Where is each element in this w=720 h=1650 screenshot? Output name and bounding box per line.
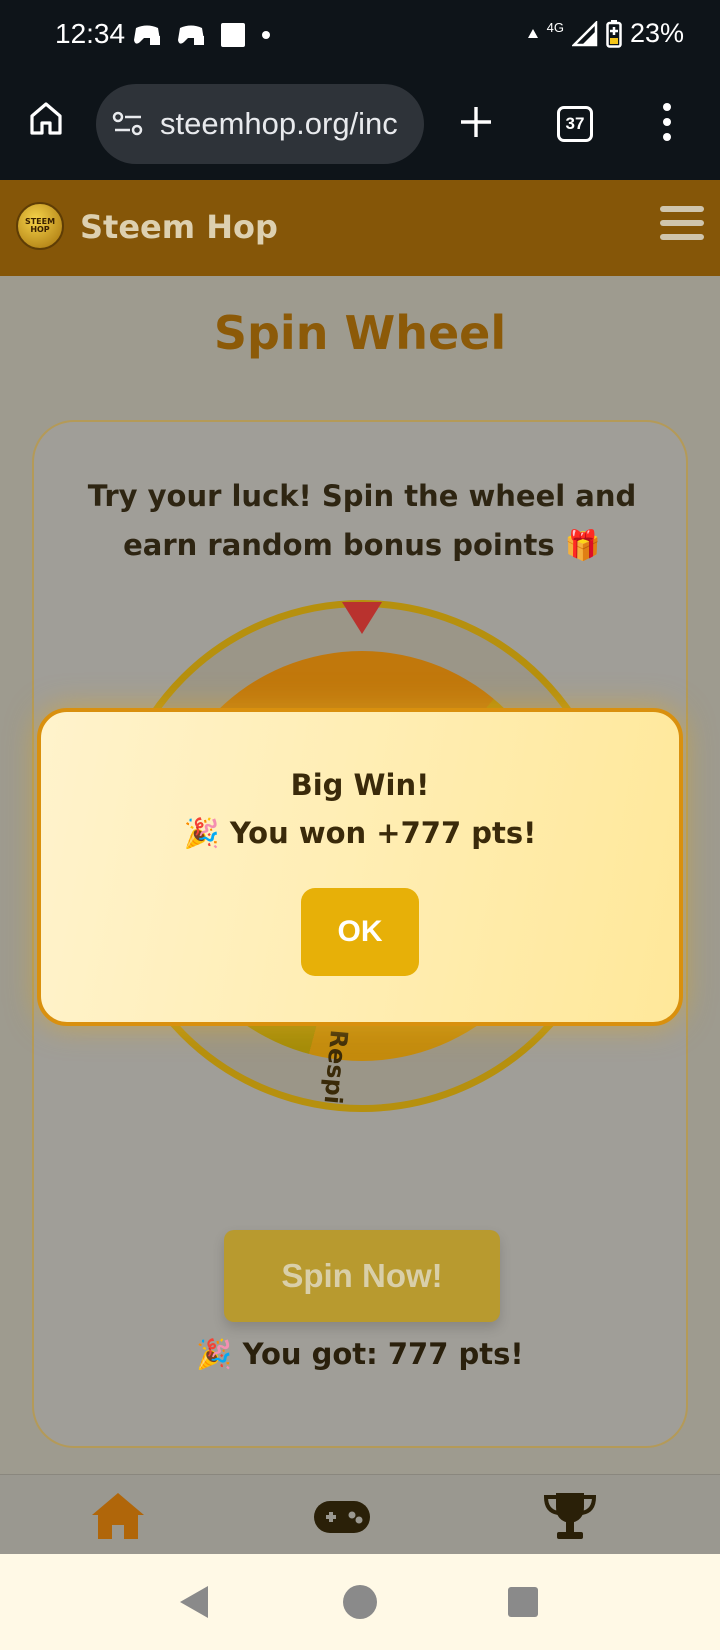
status-time: 12:34 — [55, 18, 126, 49]
modal-title: Big Win! — [290, 768, 430, 802]
status-notification-icons — [132, 22, 272, 48]
address-bar[interactable]: steemhop.org/inc — [96, 84, 424, 164]
spin-now-button[interactable]: Spin Now! — [224, 1230, 500, 1322]
dot-icon — [262, 31, 270, 39]
bottom-nav — [0, 1474, 720, 1554]
data-arrow-icon — [527, 28, 538, 38]
app-logo[interactable]: STEEM HOP — [16, 202, 64, 250]
game-controller-nav-icon[interactable] — [312, 1489, 372, 1543]
brand-name[interactable]: Steem Hop — [80, 208, 278, 246]
home-icon[interactable] — [28, 100, 64, 136]
logo-text: STEEM HOP — [24, 217, 56, 234]
signal-icon — [571, 20, 598, 46]
trophy-nav-icon[interactable] — [540, 1489, 600, 1543]
hamburger-menu-icon[interactable] — [660, 206, 704, 246]
tab-switcher-button[interactable]: 37 — [557, 106, 593, 142]
network-type: 4G — [546, 20, 564, 35]
new-tab-icon[interactable] — [458, 104, 494, 140]
url-text: steemhop.org/inc — [160, 106, 398, 141]
tab-count: 37 — [565, 114, 585, 133]
status-bar: 12:34 4G 23% — [0, 0, 720, 72]
recents-icon[interactable] — [506, 1585, 540, 1619]
spin-intro-text: Try your luck! Spin the wheel and earn r… — [87, 479, 637, 562]
system-navigation-bar — [0, 1554, 720, 1650]
home-circle-icon[interactable] — [342, 1584, 378, 1620]
spin-result-text: 🎉 You got: 777 pts! — [196, 1337, 524, 1371]
win-modal: Big Win! 🎉 You won +777 pts! OK — [37, 708, 683, 1026]
ok-button[interactable]: OK — [301, 888, 419, 976]
game-controller-notification-icon — [178, 25, 204, 45]
more-menu-icon[interactable] — [660, 102, 674, 142]
status-right: 4G 23% — [527, 18, 684, 49]
page-title: Spin Wheel — [213, 306, 507, 360]
app-header: STEEM HOP Steem Hop — [0, 180, 720, 276]
modal-message: 🎉 You won +777 pts! — [183, 816, 537, 850]
game-controller-notification-icon — [134, 25, 160, 45]
browser-toolbar: steemhop.org/inc 37 — [0, 72, 720, 180]
site-settings-icon[interactable] — [112, 110, 144, 138]
back-icon[interactable] — [176, 1584, 210, 1620]
wheel-pointer — [342, 602, 382, 634]
home-nav-icon[interactable] — [88, 1489, 148, 1543]
square-notification-icon — [221, 23, 245, 47]
wheel-label-respin: Respin — [317, 1028, 353, 1112]
battery-level: 23% — [629, 18, 684, 48]
battery-icon — [606, 19, 622, 48]
